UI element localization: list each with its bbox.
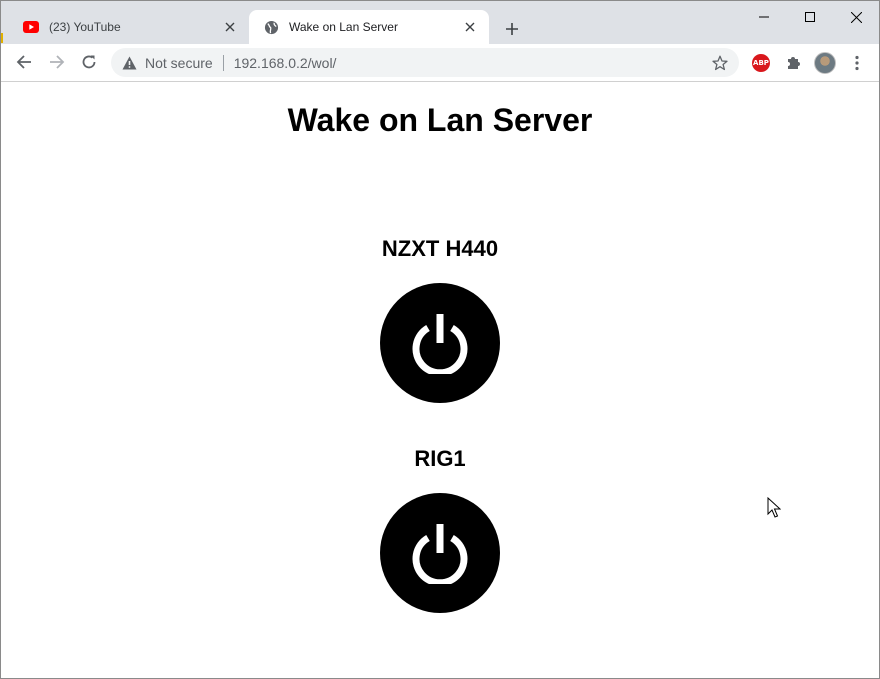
close-icon[interactable] <box>461 18 479 36</box>
avatar <box>814 52 836 74</box>
more-icon <box>855 55 859 71</box>
minimize-button[interactable] <box>741 1 787 33</box>
star-icon[interactable] <box>711 54 729 72</box>
power-button-nzxt-h440[interactable] <box>380 283 500 403</box>
plus-icon <box>506 23 518 35</box>
address-bar[interactable]: Not secure 192.168.0.2/wol/ <box>111 48 739 77</box>
url-text[interactable]: 192.168.0.2/wol/ <box>234 55 711 71</box>
maximize-button[interactable] <box>787 1 833 33</box>
close-window-button[interactable] <box>833 1 879 33</box>
warning-icon[interactable] <box>121 55 137 71</box>
youtube-icon <box>23 19 39 35</box>
back-button[interactable] <box>10 48 38 76</box>
arrow-left-icon <box>16 55 31 69</box>
new-tab-button[interactable] <box>499 16 525 42</box>
globe-icon <box>263 19 279 35</box>
window-edge-marker <box>1 33 3 43</box>
tab-title: Wake on Lan Server <box>289 20 398 34</box>
tab-strip: (23) YouTube Wake on Lan Server <box>1 1 879 44</box>
device-rig1: RIG1 <box>1 444 879 474</box>
reload-icon <box>82 55 96 69</box>
close-icon[interactable] <box>221 18 239 36</box>
tab-title: (23) YouTube <box>49 20 121 34</box>
close-icon <box>850 11 862 23</box>
power-icon <box>412 524 468 584</box>
arrow-right-icon <box>50 55 65 69</box>
mouse-cursor-icon <box>767 496 782 523</box>
forward-button[interactable] <box>43 48 71 76</box>
minimize-icon <box>759 16 769 18</box>
window-controls <box>741 1 879 33</box>
device-name: NZXT H440 <box>381 236 499 261</box>
page-content: Wake on Lan Server NZXT H440 RIG1 <box>1 82 879 678</box>
browser-toolbar: Not secure 192.168.0.2/wol/ ABP <box>1 44 879 82</box>
power-icon <box>412 314 468 374</box>
reload-button[interactable] <box>75 48 103 76</box>
power-button-rig1[interactable] <box>380 493 500 613</box>
tab-youtube[interactable]: (23) YouTube <box>9 10 253 44</box>
device-name: RIG1 <box>414 446 466 471</box>
security-label[interactable]: Not secure <box>145 55 213 71</box>
omnibox-divider <box>222 54 224 71</box>
profile-button[interactable] <box>813 51 837 75</box>
maximize-icon <box>805 12 815 22</box>
menu-button[interactable] <box>845 51 869 75</box>
tab-wake-on-lan[interactable]: Wake on Lan Server <box>249 10 489 44</box>
adblock-plus-button[interactable]: ABP <box>749 51 773 75</box>
extensions-button[interactable] <box>781 51 805 75</box>
adblock-plus-icon: ABP <box>752 54 770 72</box>
device-nzxt-h440: NZXT H440 <box>1 234 879 264</box>
page-title: Wake on Lan Server <box>287 102 593 138</box>
puzzle-icon <box>788 57 800 69</box>
browser-window: (23) YouTube Wake on Lan Server Not secu… <box>0 0 880 679</box>
